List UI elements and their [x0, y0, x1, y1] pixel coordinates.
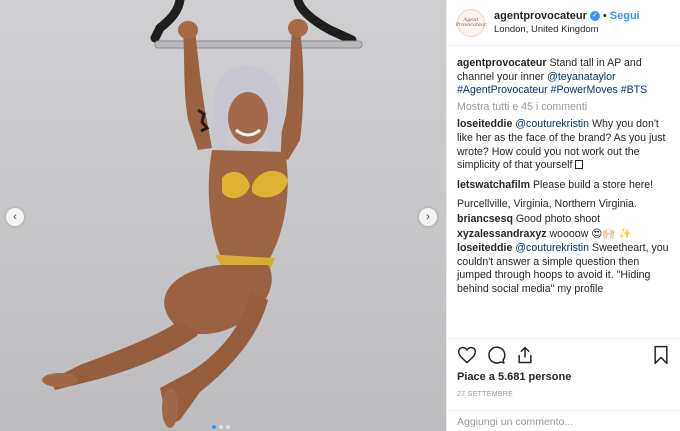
verified-badge-icon: ✓: [589, 11, 600, 21]
comment-input[interactable]: [457, 416, 667, 428]
add-comment-bar: [447, 410, 680, 431]
carousel-dot: [219, 425, 223, 429]
comment-username[interactable]: loseiteddie: [457, 118, 512, 130]
post-header: Agent Provocateur agentprovocateur ✓ • S…: [447, 0, 680, 46]
caption-hashtags[interactable]: #AgentProvocateur #PowerMoves #BTS: [457, 84, 647, 96]
comment-item: xyzalessandraxyz woooow 😍🙌🏻 ✨: [457, 228, 675, 242]
header-text: agentprovocateur ✓ • Segui London, Unite…: [494, 10, 640, 36]
comment-username[interactable]: xyzalessandraxyz: [457, 228, 547, 240]
comment-mention[interactable]: @couturekristin: [515, 242, 589, 254]
comments-list: agentprovocateur Stand tall in AP and ch…: [457, 57, 675, 303]
comment-item: loseiteddie @couturekristin Sweetheart, …: [457, 242, 675, 296]
caption-mention[interactable]: @teyanataylor: [547, 71, 615, 83]
post-dialog: ‹ › Agent Provocateur agentprovocateur ✓…: [0, 0, 680, 431]
separator: •: [602, 9, 607, 22]
comment-username[interactable]: loseiteddie: [457, 242, 512, 254]
comment-text: Please build a store here!: [530, 178, 654, 191]
comment-item: Purcellville, Virginia, Northern Virgini…: [457, 198, 675, 212]
location-link[interactable]: London, United Kingdom: [494, 23, 640, 36]
post-photo: ‹ ›: [0, 0, 446, 431]
caption-username[interactable]: agentprovocateur: [457, 57, 546, 69]
likes-count[interactable]: Piace a 5.681 persone: [457, 371, 671, 383]
post-caption: agentprovocateur Stand tall in AP and ch…: [457, 57, 675, 98]
heart-icon[interactable]: [457, 345, 477, 365]
comment-item: letswatchafilm Please build a store here…: [457, 179, 675, 193]
comment-bubble-icon[interactable]: [486, 345, 506, 365]
sparkle-glyph: ✨: [618, 227, 632, 240]
comment-text: Good photo shoot: [512, 212, 601, 225]
post-date[interactable]: 27 SETTEMBRE: [457, 391, 671, 398]
photo-illustration: [42, 0, 363, 428]
carousel-dot: [226, 425, 230, 429]
chevron-right-icon[interactable]: ›: [419, 208, 437, 226]
chevron-left-icon[interactable]: ‹: [6, 208, 24, 226]
comment-username[interactable]: briancsesq: [457, 213, 513, 225]
comment-mention[interactable]: @couturekristin: [515, 118, 589, 130]
comment-item: loseiteddie @couturekristin Why you don'…: [457, 118, 675, 172]
bookmark-icon[interactable]: [651, 345, 671, 365]
comment-username[interactable]: letswatchafilm: [457, 179, 530, 191]
post-sidebar: Agent Provocateur agentprovocateur ✓ • S…: [446, 0, 680, 431]
follow-button[interactable]: Segui: [610, 10, 640, 23]
comment-item: briancsesq Good photo shoot: [457, 213, 675, 227]
carousel-dot: [212, 425, 216, 429]
post-actions: Piace a 5.681 persone 27 SETTEMBRE: [447, 338, 680, 398]
header-username[interactable]: agentprovocateur: [494, 10, 587, 23]
show-all-comments-link[interactable]: Mostra tutti e 45 i commenti: [457, 101, 675, 115]
share-icon[interactable]: [515, 345, 535, 365]
comment-text: woooow 😍🙌🏻: [546, 227, 616, 240]
emoji-glyph: [575, 160, 584, 170]
carousel-dots: [212, 425, 230, 429]
avatar[interactable]: Agent Provocateur: [456, 8, 486, 37]
comment-text: Purcellville, Virginia, Northern Virgini…: [457, 198, 637, 211]
